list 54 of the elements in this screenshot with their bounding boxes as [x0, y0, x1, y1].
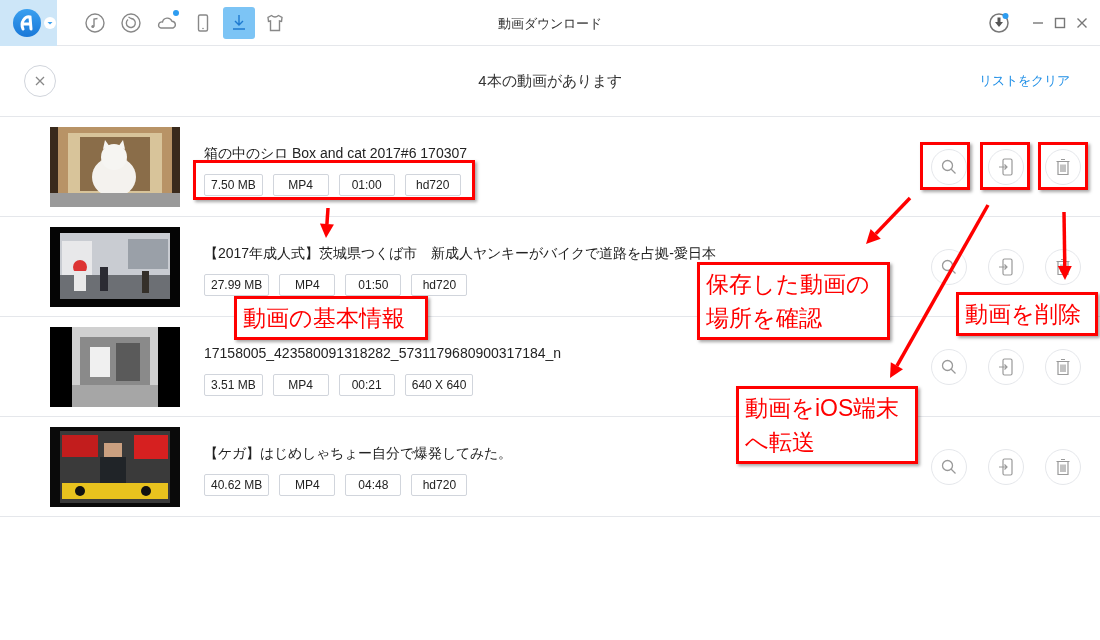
highlight-frame — [920, 142, 970, 190]
annotation-callout: 保存した動画の 場所を確認 — [697, 262, 890, 340]
info-tag: hd720 — [404, 174, 461, 196]
close-icon — [35, 76, 45, 86]
trash-icon — [1055, 457, 1071, 476]
transfer-to-device-icon — [998, 257, 1014, 276]
maximize-icon[interactable] — [1054, 16, 1066, 29]
toolbar-button[interactable] — [223, 6, 255, 39]
info-tag: MP4 — [272, 374, 329, 396]
arrow — [319, 207, 334, 238]
app-logo-panel[interactable] — [0, 0, 57, 46]
info-tag: 40.62 MB — [204, 474, 270, 496]
transfer-to-device-icon — [998, 457, 1014, 476]
highlight-frame — [1038, 142, 1088, 190]
info-tag: 00:21 — [338, 374, 395, 396]
transfer-to-device-icon — [998, 157, 1014, 176]
info-tag: 640 X 640 — [404, 374, 474, 396]
info-tag: MP4 — [272, 174, 329, 196]
info-tag: 27.99 MB — [204, 274, 270, 296]
info-tag: MP4 — [279, 474, 336, 496]
search-icon — [941, 358, 957, 375]
info-tag: 01:50 — [345, 274, 402, 296]
info-tag: 04:48 — [345, 474, 402, 496]
annotation-callout: 動画をiOS端末 へ転送 — [736, 386, 918, 464]
video-title: 【2017年成人式】茨城県つくば市 新成人ヤンキーがバイクで道路を占拠-愛日本 — [204, 244, 716, 263]
restore-icon — [120, 11, 142, 34]
page-title: 4本の動画があります — [478, 70, 622, 91]
music-icon — [84, 11, 106, 34]
search-icon — [941, 258, 957, 275]
app-logo-icon — [12, 7, 42, 38]
trash-icon — [1055, 357, 1071, 376]
transfer-to-device-icon — [998, 357, 1014, 376]
video-title: 【ケガ】はじめしゃちょー自分で爆発してみた。 — [204, 444, 512, 463]
search-icon — [941, 458, 957, 475]
trash-icon — [1055, 157, 1071, 176]
search-icon — [941, 158, 957, 175]
info-tag: 01:00 — [338, 174, 395, 196]
info-tag: hd720 — [411, 274, 468, 296]
video-title: 箱の中のシロ Box and cat 2017#6 170307 — [204, 144, 468, 163]
window-title: 動画ダウンロード — [498, 15, 602, 33]
clear-list-link[interactable]: リストをクリア — [979, 71, 1070, 91]
dropdown-caret-icon[interactable] — [44, 16, 56, 29]
close-icon[interactable] — [1076, 16, 1088, 29]
video-title: 17158005_423580091318282_5731179680900317184_n — [204, 344, 562, 363]
info-tag: 3.51 MB — [204, 374, 263, 396]
highlight-frame — [980, 142, 1030, 190]
info-tag: hd720 — [411, 474, 468, 496]
info-tag: 7.50 MB — [204, 174, 263, 196]
annotation-callout: 動画を削除 — [956, 292, 1098, 336]
download-status-icon[interactable] — [988, 11, 1010, 34]
info-tag: MP4 — [279, 274, 336, 296]
annotation-callout: 動画の基本情報 — [234, 296, 428, 340]
arrow — [1057, 211, 1072, 280]
trash-icon — [1055, 257, 1071, 276]
